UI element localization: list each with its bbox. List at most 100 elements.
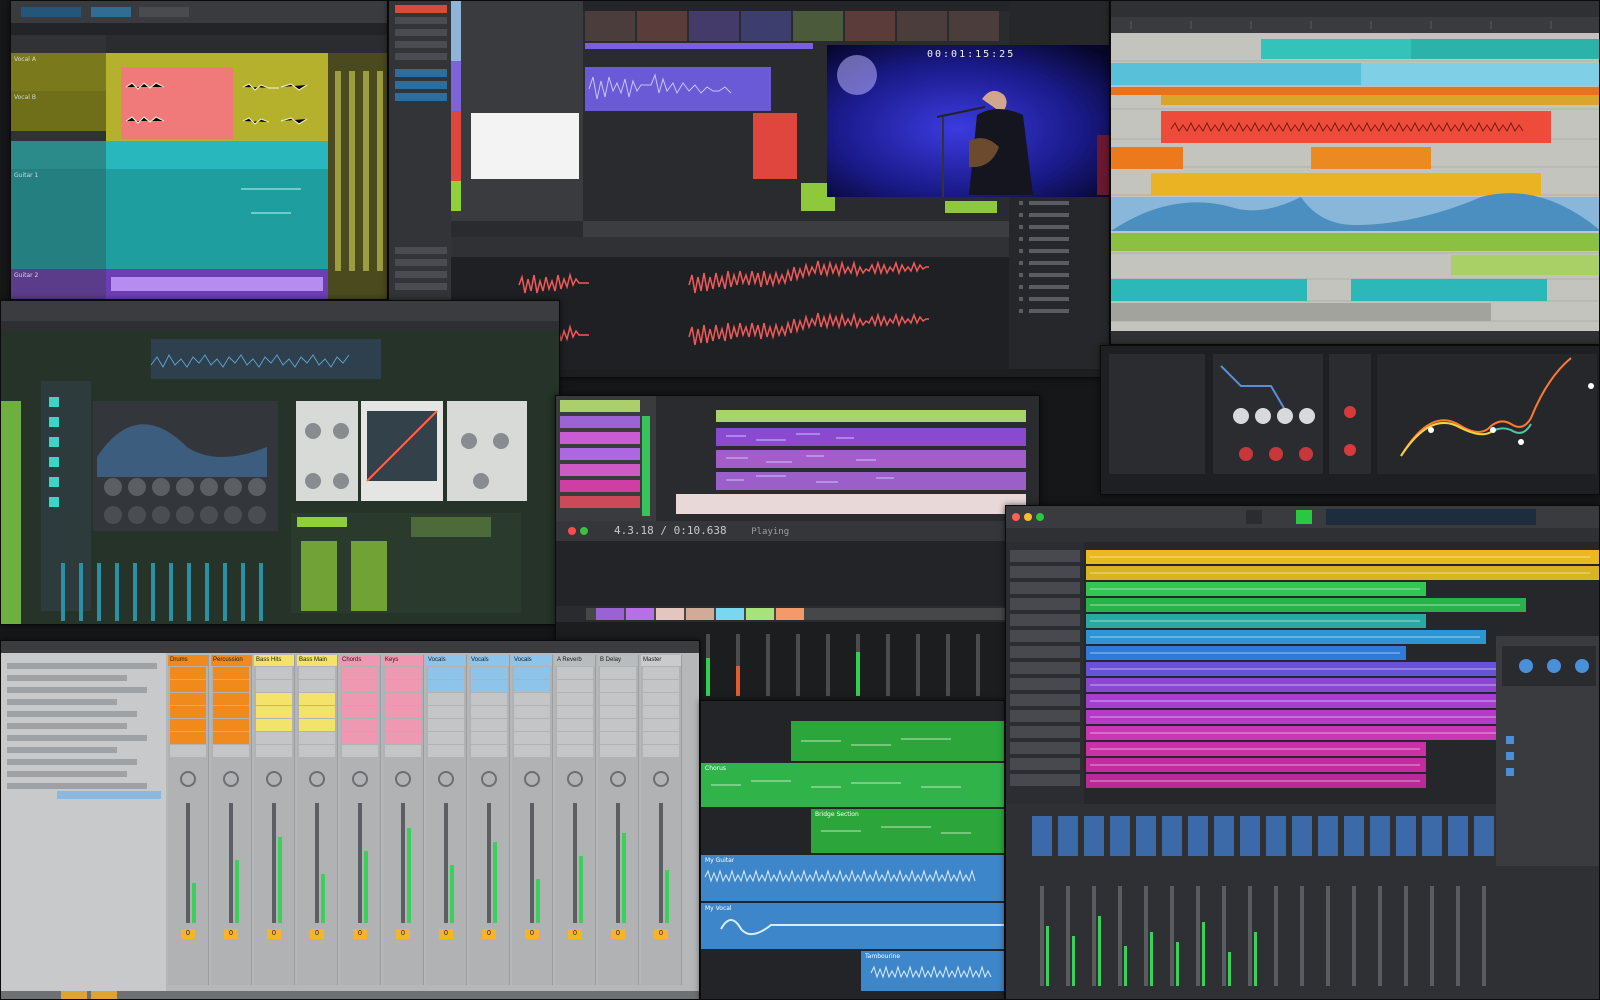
clip-slot[interactable] <box>299 680 335 692</box>
volume-fader[interactable] <box>186 803 196 923</box>
clip-slot[interactable] <box>643 667 679 679</box>
clip-slot[interactable] <box>170 719 206 731</box>
clip-slot[interactable] <box>256 706 292 718</box>
mixer-strip[interactable]: Drums 0 <box>168 655 209 985</box>
mixer-strip[interactable]: A Reverb 0 <box>555 655 596 985</box>
clip-slot[interactable] <box>170 680 206 692</box>
clip-slot[interactable] <box>342 706 378 718</box>
clip-slot[interactable] <box>256 732 292 744</box>
clip-slot[interactable] <box>213 667 249 679</box>
mixer-strip[interactable]: Vocals 0 <box>512 655 553 985</box>
clip-slot[interactable] <box>342 719 378 731</box>
clip-slot[interactable] <box>213 680 249 692</box>
clip-slot[interactable] <box>557 719 593 731</box>
clip-slot[interactable] <box>471 667 507 679</box>
volume-value[interactable]: 0 <box>482 929 496 939</box>
mixer-strip-name[interactable]: Drums <box>168 655 208 666</box>
clip-slot[interactable] <box>514 745 550 757</box>
volume-value[interactable]: 0 <box>310 929 324 939</box>
clip-slot[interactable] <box>471 732 507 744</box>
clip-slot[interactable] <box>256 667 292 679</box>
clip-slot[interactable] <box>299 693 335 705</box>
mixer-strip-name[interactable]: Vocals <box>512 655 552 666</box>
send-knob-icon[interactable] <box>395 771 411 787</box>
volume-fader[interactable] <box>229 803 239 923</box>
clip-slot[interactable] <box>428 732 464 744</box>
clip-slot[interactable] <box>600 745 636 757</box>
clip-slot[interactable] <box>643 680 679 692</box>
clip-slot[interactable] <box>256 745 292 757</box>
clip-slot[interactable] <box>256 719 292 731</box>
send-knob-icon[interactable] <box>180 771 196 787</box>
volume-fader[interactable] <box>616 803 626 923</box>
clip-slot[interactable] <box>471 719 507 731</box>
volume-value[interactable]: 0 <box>611 929 625 939</box>
track-name-4[interactable]: Guitar 2 <box>14 272 38 279</box>
clip-slot[interactable] <box>643 745 679 757</box>
clip-slot[interactable] <box>643 706 679 718</box>
clip-slot[interactable] <box>213 719 249 731</box>
mixer-strip[interactable]: Bass Hits 0 <box>254 655 295 985</box>
clip-slot[interactable] <box>299 706 335 718</box>
mixer-strip-name[interactable]: Vocals <box>469 655 509 666</box>
volume-fader[interactable] <box>315 803 325 923</box>
volume-fader[interactable] <box>659 803 669 923</box>
clip-slot[interactable] <box>428 667 464 679</box>
clip-slot[interactable] <box>471 693 507 705</box>
clip-slot[interactable] <box>557 680 593 692</box>
mixer-strip-name[interactable]: A Reverb <box>555 655 595 666</box>
clip-slot[interactable] <box>342 680 378 692</box>
volume-value[interactable]: 0 <box>568 929 582 939</box>
clip-slot[interactable] <box>514 667 550 679</box>
clip-slot[interactable] <box>213 706 249 718</box>
clip-slot[interactable] <box>428 680 464 692</box>
mixer-strip[interactable]: Vocals 0 <box>426 655 467 985</box>
clip-slot[interactable] <box>514 680 550 692</box>
mixer-strip[interactable]: Master 0 <box>641 655 682 985</box>
clip-slot[interactable] <box>213 693 249 705</box>
clip-slot[interactable] <box>600 667 636 679</box>
clip-slot[interactable] <box>170 706 206 718</box>
clip-slot[interactable] <box>471 706 507 718</box>
clip-slot[interactable] <box>299 745 335 757</box>
clip-slot[interactable] <box>643 732 679 744</box>
send-knob-icon[interactable] <box>266 771 282 787</box>
clip-slot[interactable] <box>643 693 679 705</box>
volume-fader[interactable] <box>530 803 540 923</box>
clip-slot[interactable] <box>600 719 636 731</box>
mixer-strip[interactable]: Keys 0 <box>383 655 424 985</box>
volume-fader[interactable] <box>358 803 368 923</box>
clip-slot[interactable] <box>385 719 421 731</box>
clip-slot[interactable] <box>299 667 335 679</box>
clip-slot[interactable] <box>385 667 421 679</box>
clip-slot[interactable] <box>428 706 464 718</box>
clip-slot[interactable] <box>600 693 636 705</box>
clip-slot[interactable] <box>471 680 507 692</box>
clip-slot[interactable] <box>514 719 550 731</box>
mixer-strip-name[interactable]: Bass Main <box>297 655 337 666</box>
clip-slot[interactable] <box>557 706 593 718</box>
video-player[interactable]: 00:01:15:25 <box>827 45 1109 197</box>
clip-slot[interactable] <box>428 745 464 757</box>
mixer-strip-name[interactable]: B Delay <box>598 655 638 666</box>
send-knob-icon[interactable] <box>481 771 497 787</box>
send-knob-icon[interactable] <box>610 771 626 787</box>
clip-slot[interactable] <box>514 732 550 744</box>
send-knob-icon[interactable] <box>438 771 454 787</box>
clip-slot[interactable] <box>428 693 464 705</box>
clip-slot[interactable] <box>557 745 593 757</box>
clip-slot[interactable] <box>643 719 679 731</box>
mixer-strip[interactable]: Vocals 0 <box>469 655 510 985</box>
clip-slot[interactable] <box>557 732 593 744</box>
mixer-strip-name[interactable]: Percussion <box>211 655 251 666</box>
send-knob-icon[interactable] <box>352 771 368 787</box>
clip-slot[interactable] <box>342 732 378 744</box>
mixer-strip[interactable]: Chords 0 <box>340 655 381 985</box>
clip-slot[interactable] <box>600 680 636 692</box>
clip-slot[interactable] <box>170 732 206 744</box>
clip-slot[interactable] <box>170 693 206 705</box>
clip-slot[interactable] <box>213 745 249 757</box>
volume-value[interactable]: 0 <box>396 929 410 939</box>
clip-slot[interactable] <box>471 745 507 757</box>
volume-fader[interactable] <box>272 803 282 923</box>
